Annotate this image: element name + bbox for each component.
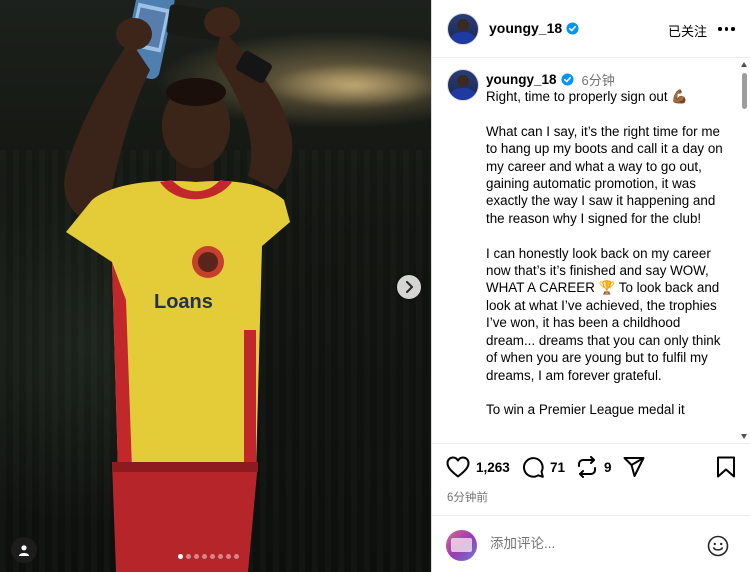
like-button[interactable]: 1,263 [446,456,510,478]
posted-time[interactable]: 6分钟前 [447,489,488,505]
comment-button[interactable]: 71 [522,456,565,478]
like-count: 1,263 [476,459,510,475]
action-bar: 1,263 71 9 [432,456,750,486]
scroll-thumb[interactable] [742,73,747,109]
caption-time: 6分钟 [581,73,615,88]
emoji-icon[interactable] [707,535,729,557]
post-side-panel: youngy_18 已关注 youngy_18 6分钟 Right, time … [431,0,750,572]
comment-input[interactable] [490,536,690,551]
carousel-dot [194,554,199,559]
carousel-dot [210,554,215,559]
caption-author-avatar[interactable] [447,69,479,101]
user-tag-icon [19,545,29,556]
verified-badge-icon [560,73,574,86]
heart-icon [446,456,470,478]
user-tag-button[interactable] [11,537,37,563]
comment-count: 71 [550,459,566,475]
shirt-sponsor-text: Loans [154,291,213,313]
current-user-avatar [446,530,477,561]
post-header: youngy_18 已关注 [432,0,750,58]
verified-badge-icon [566,21,579,35]
comment-bubble-icon [523,457,544,478]
more-options-icon[interactable] [718,27,735,31]
carousel-indicators [178,554,239,559]
carousel-dot [186,554,191,559]
save-button[interactable] [716,456,736,478]
caption-scrollbar[interactable] [738,59,750,444]
post-media[interactable]: Loans [0,0,431,572]
carousel-dot [218,554,223,559]
carousel-next-button[interactable] [397,275,421,299]
carousel-dot [226,554,231,559]
bookmark-icon [717,456,735,478]
share-button[interactable] [623,456,645,478]
caption-area: youngy_18 6分钟 Right, time to properly si… [432,59,750,444]
repost-count: 9 [604,459,612,475]
author-avatar[interactable] [447,13,479,45]
player-photo: Loans [64,0,293,572]
author-name-row: youngy_18 [489,20,579,36]
carousel-dot [202,554,207,559]
caption-header: youngy_18 6分钟 [486,70,615,89]
caption-text: Right, time to properly sign out 💪🏾 What… [486,89,723,418]
scroll-down-arrow-icon[interactable] [741,434,747,439]
carousel-dot [234,554,239,559]
scroll-up-arrow-icon[interactable] [741,62,747,67]
repost-button[interactable]: 9 [576,456,612,478]
author-username[interactable]: youngy_18 [489,20,562,36]
carousel-dot [178,554,183,559]
chevron-right-icon [406,281,413,293]
repost-icon [578,456,596,478]
follow-status-button[interactable]: 已关注 [668,21,707,40]
caption-username[interactable]: youngy_18 [486,72,557,87]
add-comment-bar [432,515,750,572]
paper-plane-icon [623,457,645,477]
